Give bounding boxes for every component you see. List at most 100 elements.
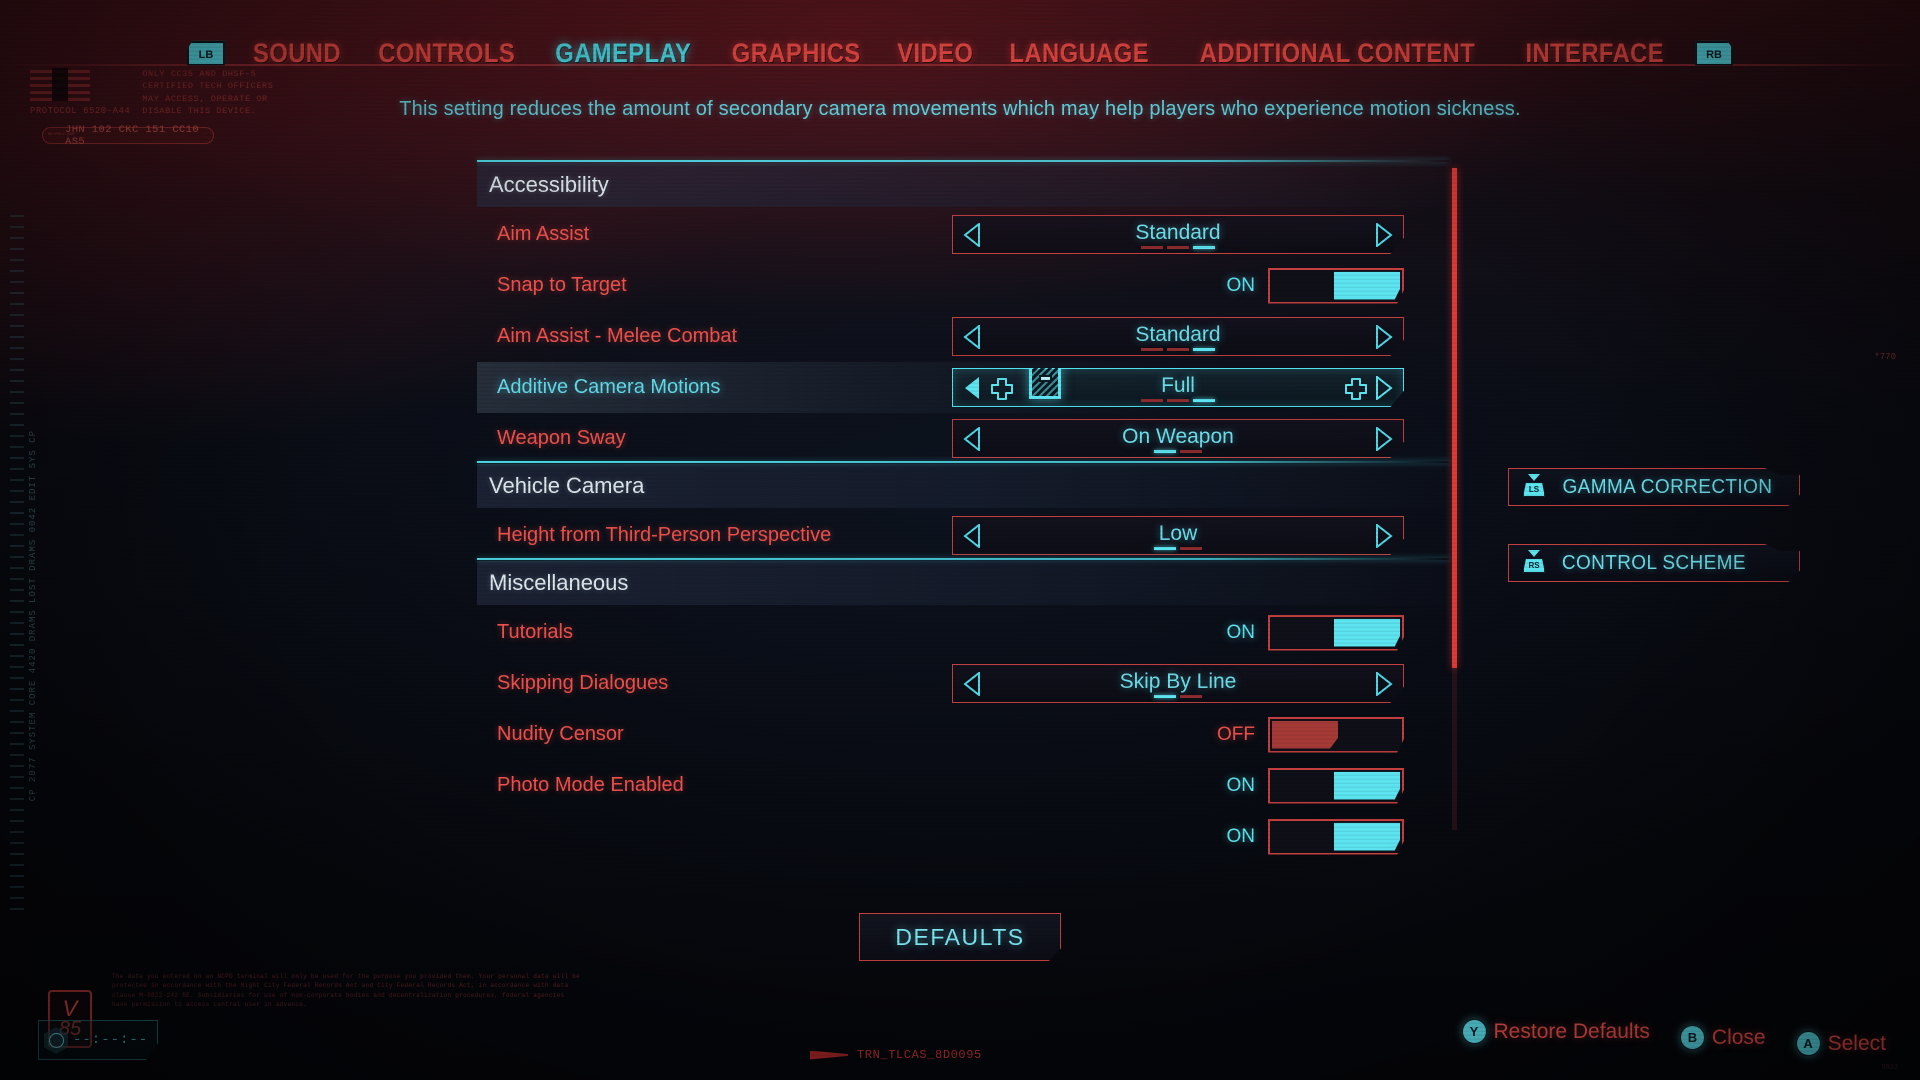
toggle-state-label: OFF xyxy=(1217,723,1255,745)
dpad-right-icon xyxy=(1345,377,1367,400)
tab-gameplay[interactable]: GAMEPLAY xyxy=(556,38,692,69)
option-tick-indicator xyxy=(1141,246,1215,249)
option-next-arrow-icon[interactable] xyxy=(1376,375,1393,400)
option-tick xyxy=(1180,450,1202,453)
setting-row-label: Weapon Sway xyxy=(497,427,626,449)
settings-tab-bar: LB SOUND CONTROLS GAMEPLAY GRAPHICS VIDEO LAN… xyxy=(0,30,1920,76)
toggle-control[interactable]: OFF xyxy=(1217,716,1404,753)
option-value: Full xyxy=(1161,373,1195,397)
trn-code-text: TRN_TLCAS_8D0095 xyxy=(857,1048,982,1062)
stick-press-arrow-icon xyxy=(1528,474,1540,481)
section-body: Tutorials ON Skipping Dialogues Skip By Lin… xyxy=(477,605,1449,862)
setting-row-control: ON xyxy=(1226,818,1404,855)
toggle-control[interactable]: ON xyxy=(1227,267,1404,304)
right-bumper-icon[interactable]: RB xyxy=(1695,40,1734,66)
analog-stick-icon: RS xyxy=(1523,550,1545,573)
settings-scrollbar[interactable] xyxy=(1452,168,1457,830)
serial-mini-text: NC/POLL/ADM xyxy=(48,133,75,137)
option-tick xyxy=(1193,399,1215,402)
setting-row[interactable]: Snap to Target ON xyxy=(477,260,1449,311)
action-restore-defaults[interactable]: Y Restore Defaults xyxy=(1461,1019,1650,1044)
action-select[interactable]: A Select xyxy=(1795,1031,1886,1056)
tab-controls[interactable]: CONTROLS xyxy=(378,38,515,69)
option-prev-arrow-icon[interactable] xyxy=(963,376,980,400)
tab-video[interactable]: VIDEO xyxy=(897,38,973,69)
option-tick-indicator xyxy=(1154,547,1202,550)
toggle-control[interactable]: ON xyxy=(1227,767,1404,804)
section-header-miscellaneous: Miscellaneous xyxy=(477,558,1449,605)
setting-row-control: ON xyxy=(1227,767,1404,804)
option-next-arrow-icon[interactable] xyxy=(1376,324,1393,349)
option-value: Standard xyxy=(1135,322,1221,346)
option-selector[interactable]: Low xyxy=(952,516,1404,555)
setting-row-label: Aim Assist xyxy=(497,223,590,245)
option-selector[interactable]: Standard xyxy=(952,215,1404,254)
ruler-decoration xyxy=(10,215,24,915)
option-selector[interactable]: Skip By Line xyxy=(952,664,1404,703)
setting-row[interactable]: Tutorials ON xyxy=(477,607,1449,658)
setting-row[interactable]: Aim Assist Standard xyxy=(477,209,1449,260)
section-body: Height from Third-Person Perspective Low xyxy=(477,508,1449,561)
left-bumper-label: LB xyxy=(198,49,214,61)
toggle-knob xyxy=(1334,618,1400,647)
setting-row[interactable]: Nudity Censor OFF xyxy=(477,709,1449,760)
toggle-knob xyxy=(1334,771,1400,800)
action-close[interactable]: B Close xyxy=(1679,1025,1766,1050)
setting-row-control: Full xyxy=(952,368,1404,407)
option-tick xyxy=(1167,246,1189,249)
tab-sound[interactable]: SOUND xyxy=(253,38,341,69)
tab-language[interactable]: LANGUAGE xyxy=(1010,38,1149,69)
option-prev-arrow-icon[interactable] xyxy=(963,222,980,247)
setting-row[interactable]: Skipping Dialogues Skip By Line xyxy=(477,658,1449,709)
right-bumper-label: RB xyxy=(1706,49,1722,61)
option-selector[interactable]: Full xyxy=(952,368,1404,407)
option-selector[interactable]: On Weapon xyxy=(952,419,1404,458)
left-bumper-icon[interactable]: LB xyxy=(186,40,225,66)
scrollbar-thumb[interactable] xyxy=(1452,168,1457,668)
setting-row-label: Snap to Target xyxy=(497,274,627,296)
clock-icon xyxy=(44,1027,68,1054)
option-next-arrow-icon[interactable] xyxy=(1376,222,1393,247)
setting-row[interactable]: Aim Assist - Melee Combat Standard xyxy=(477,311,1449,362)
option-tick xyxy=(1193,348,1215,351)
side-button-gamma-correction[interactable]: LS GAMMA CORRECTION xyxy=(1508,468,1800,506)
setting-row[interactable]: Photo Mode Enabled ON xyxy=(477,760,1449,811)
toggle-state-label: ON xyxy=(1226,825,1256,847)
toggle-control[interactable]: ON xyxy=(1227,614,1404,651)
tab-graphics[interactable]: GRAPHICS xyxy=(732,38,861,69)
tab-interface[interactable]: INTERFACE xyxy=(1525,38,1664,69)
option-prev-arrow-icon[interactable] xyxy=(963,671,980,696)
setting-row[interactable]: Weapon Sway On Weapon xyxy=(477,413,1449,464)
option-selector[interactable]: Standard xyxy=(952,317,1404,356)
toggle-switch[interactable] xyxy=(1268,614,1404,651)
defaults-button[interactable]: DEFAULTS xyxy=(859,913,1061,961)
toggle-switch[interactable] xyxy=(1268,818,1404,855)
dpad-left-icon xyxy=(991,377,1013,400)
side-button-group: LS GAMMA CORRECTION RS CONTROL SCHEME xyxy=(1508,468,1800,620)
toggle-switch[interactable] xyxy=(1268,716,1404,753)
serial-plate-decoration: NC/POLL/ADM JHN 102 CKC 151 CC10 AS5 xyxy=(42,124,214,148)
side-button-label: CONTROL SCHEME xyxy=(1561,551,1746,574)
section-body: Aim Assist Standard Snap to Target ON Aim As… xyxy=(477,207,1449,464)
section-header-vehicle-camera: Vehicle Camera xyxy=(477,461,1449,508)
option-prev-arrow-icon[interactable] xyxy=(963,426,980,451)
toggle-switch[interactable] xyxy=(1268,267,1404,304)
side-button-control-scheme[interactable]: RS CONTROL SCHEME xyxy=(1508,544,1800,582)
option-prev-arrow-icon[interactable] xyxy=(963,523,980,548)
option-prev-arrow-icon[interactable] xyxy=(963,324,980,349)
tab-additional-content[interactable]: ADDITIONAL CONTENT xyxy=(1199,38,1474,69)
setting-row-control: Low xyxy=(952,516,1404,555)
setting-row[interactable]: Additive Camera Motions Full xyxy=(477,362,1449,413)
clock-time: --:--:-- xyxy=(73,1032,149,1048)
option-tick xyxy=(1141,399,1163,402)
analog-stick-icon: LS xyxy=(1523,474,1545,497)
setting-row[interactable]: Height from Third-Person Perspective Low xyxy=(477,510,1449,561)
toggle-switch[interactable] xyxy=(1268,767,1404,804)
stick-press-arrow-icon xyxy=(1528,550,1540,557)
option-next-arrow-icon[interactable] xyxy=(1376,671,1393,696)
option-next-arrow-icon[interactable] xyxy=(1376,523,1393,548)
option-next-arrow-icon[interactable] xyxy=(1376,426,1393,451)
stick-label: LS xyxy=(1523,482,1545,497)
setting-row[interactable]: ON xyxy=(477,811,1449,862)
toggle-control[interactable]: ON xyxy=(1226,818,1404,855)
